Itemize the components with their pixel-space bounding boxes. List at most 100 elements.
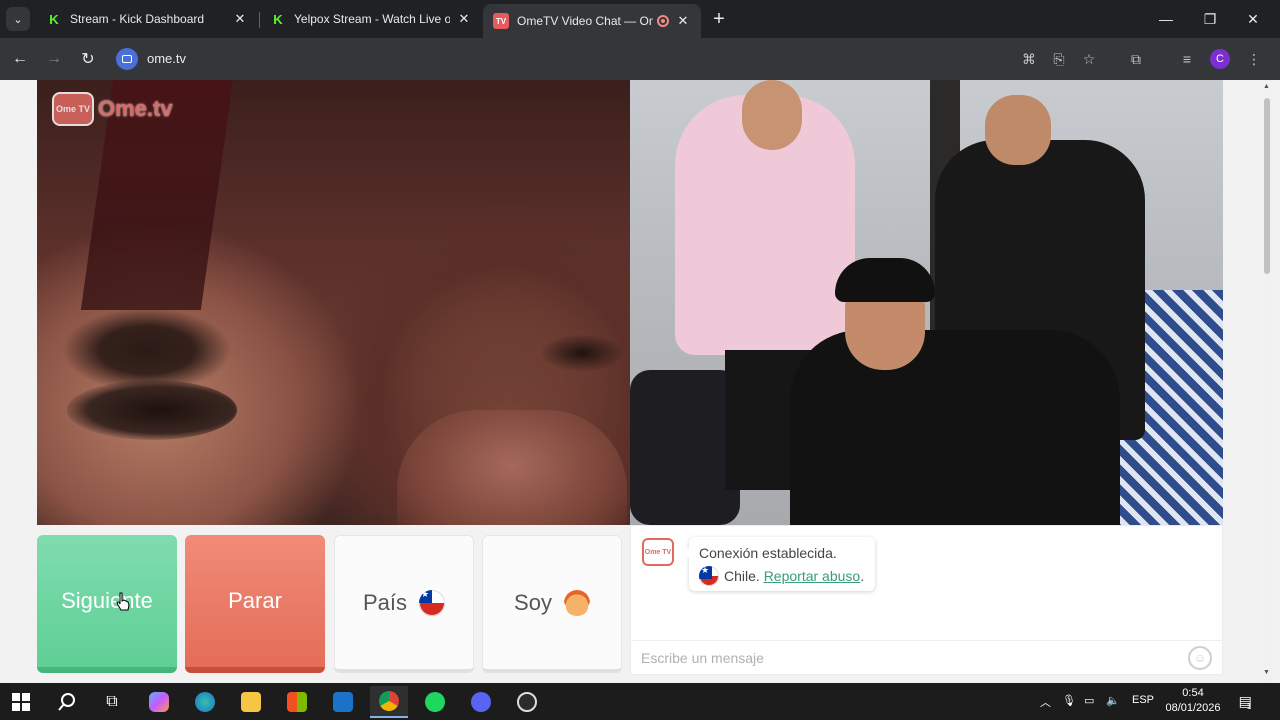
emoji-icon[interactable]: ☺ — [1188, 646, 1212, 670]
close-window-button[interactable]: ✕ — [1235, 6, 1271, 32]
store-icon — [287, 692, 307, 712]
next-button[interactable]: Siguiente — [37, 535, 177, 673]
plus-icon: + — [713, 7, 725, 30]
report-abuse-link[interactable]: Reportar abuso — [764, 568, 861, 584]
chevron-down-icon: ⌄ — [13, 13, 23, 26]
reload-icon: ↻ — [81, 51, 95, 68]
mail-icon — [333, 692, 353, 712]
bookmark-star-icon[interactable]: ☆ — [1077, 47, 1101, 71]
extensions-icon[interactable]: ⧉ — [1124, 47, 1148, 71]
close-icon[interactable]: ✕ — [232, 11, 248, 27]
scroll-down-icon[interactable]: ▼ — [1263, 669, 1270, 676]
translate-icon[interactable]: ⌘ — [1017, 47, 1041, 71]
arrow-left-icon: ← — [12, 50, 28, 67]
address-bar[interactable]: ome.tv — [147, 51, 186, 66]
forward-button[interactable]: → — [42, 47, 66, 71]
site-info-button[interactable] — [116, 48, 138, 70]
language-indicator[interactable]: ESP — [1132, 694, 1154, 706]
obs-icon — [517, 692, 537, 712]
recording-icon — [657, 15, 669, 27]
country-name: Chile. — [724, 568, 760, 584]
country-button[interactable]: País — [334, 535, 474, 673]
tray-overflow-icon[interactable]: ︿ — [1040, 694, 1051, 710]
tab-ometv[interactable]: TV OmeTV Video Chat — Ome ✕ — [483, 4, 701, 38]
taskbar-copilot[interactable] — [140, 686, 178, 718]
message-input[interactable]: Escribe un mensaje — [641, 650, 764, 666]
reload-button[interactable]: ↻ — [76, 47, 100, 71]
tab-search-button[interactable]: ⌄ — [6, 7, 30, 31]
ometv-logo: Ome TV Ome.tv — [52, 92, 173, 126]
notification-count: 1 — [1246, 701, 1252, 711]
stop-button[interactable]: Parar — [185, 535, 325, 673]
chrome-icon — [379, 691, 399, 711]
windows-icon — [12, 693, 30, 711]
taskbar-outlook[interactable] — [324, 686, 362, 718]
next-button-label: Siguiente — [61, 588, 153, 613]
connection-status: Conexión establecida. — [699, 545, 837, 561]
search-icon — [58, 693, 75, 711]
back-button[interactable]: ← — [8, 47, 32, 71]
folder-icon — [241, 692, 261, 712]
profile-avatar[interactable]: C — [1210, 49, 1230, 69]
report-suffix: . — [860, 568, 865, 584]
edge-icon — [195, 692, 215, 712]
taskbar-discord[interactable] — [462, 686, 500, 718]
remote-video — [630, 80, 1223, 525]
clock-date: 08/01/2026 — [1165, 702, 1221, 714]
logo-badge: Ome TV — [52, 92, 94, 126]
taskbar-spotify[interactable] — [416, 686, 454, 718]
arrow-right-icon: → — [46, 50, 62, 67]
logo-name: Ome.tv — [98, 96, 173, 121]
camera-icon — [122, 55, 132, 63]
kick-icon: K — [273, 11, 283, 27]
tab-title: OmeTV Video Chat — Ome — [517, 14, 653, 28]
hand-cursor-icon — [116, 592, 130, 611]
tab-title: Stream - Kick Dashboard — [70, 12, 205, 26]
network-icon[interactable]: ▭ — [1084, 694, 1094, 707]
ometv-icon: TV — [493, 13, 509, 29]
page-scrollbar[interactable]: ▲ ▼ — [1262, 80, 1272, 683]
task-view-button[interactable]: ⧉ — [93, 686, 131, 718]
ometv-avatar: Ome TV — [642, 538, 674, 566]
start-button[interactable] — [2, 686, 40, 718]
media-control-icon[interactable]: ≡ — [1175, 47, 1199, 71]
new-tab-button[interactable]: + — [708, 8, 730, 30]
notification-button[interactable]: ▤ 1 — [1234, 690, 1256, 712]
copilot-icon — [149, 692, 169, 712]
tab-yelpox-stream[interactable]: K Yelpox Stream - Watch Live on K ✕ — [260, 4, 482, 34]
taskbar-file-explorer[interactable] — [232, 686, 270, 718]
task-view-icon: ⧉ — [106, 693, 118, 710]
local-video — [37, 80, 630, 525]
stop-button-label: Parar — [228, 588, 282, 613]
kick-icon: K — [49, 11, 59, 27]
volume-icon[interactable]: 🔈 — [1106, 694, 1120, 707]
tab-kick-dashboard[interactable]: K Stream - Kick Dashboard ✕ — [36, 4, 258, 34]
clock[interactable]: 0:54 08/01/2026 — [1164, 686, 1222, 716]
taskbar-store[interactable] — [278, 686, 316, 718]
minimize-button[interactable]: — — [1148, 6, 1184, 32]
taskbar-chrome[interactable] — [370, 686, 408, 718]
install-app-icon[interactable]: ⎘ — [1047, 47, 1071, 71]
boy-icon — [563, 589, 590, 616]
tab-title: Yelpox Stream - Watch Live on K — [294, 12, 450, 26]
country-line: Chile. Reportar abuso. — [699, 566, 864, 586]
taskbar-edge[interactable] — [186, 686, 224, 718]
scroll-up-icon[interactable]: ▲ — [1263, 83, 1270, 90]
system-message: Conexión establecida. Chile. Reportar ab… — [682, 537, 875, 591]
restore-button[interactable]: ❐ — [1192, 6, 1228, 32]
discord-icon — [471, 692, 491, 712]
gender-button-label: Soy — [514, 589, 552, 615]
close-icon[interactable]: ✕ — [456, 11, 472, 27]
taskbar-obs[interactable] — [508, 686, 546, 718]
gender-button[interactable]: Soy — [482, 535, 622, 673]
chile-flag-icon — [699, 566, 719, 586]
scrollbar-thumb[interactable] — [1264, 98, 1270, 274]
chat-divider — [630, 640, 1223, 641]
spotify-icon — [425, 692, 445, 712]
search-button[interactable] — [48, 686, 86, 718]
country-button-label: País — [362, 589, 408, 615]
microphone-icon[interactable]: 🎙 — [1062, 694, 1076, 707]
chile-flag-icon — [419, 589, 446, 616]
menu-icon[interactable]: ⋮ — [1242, 47, 1266, 71]
close-icon[interactable]: ✕ — [675, 13, 691, 29]
